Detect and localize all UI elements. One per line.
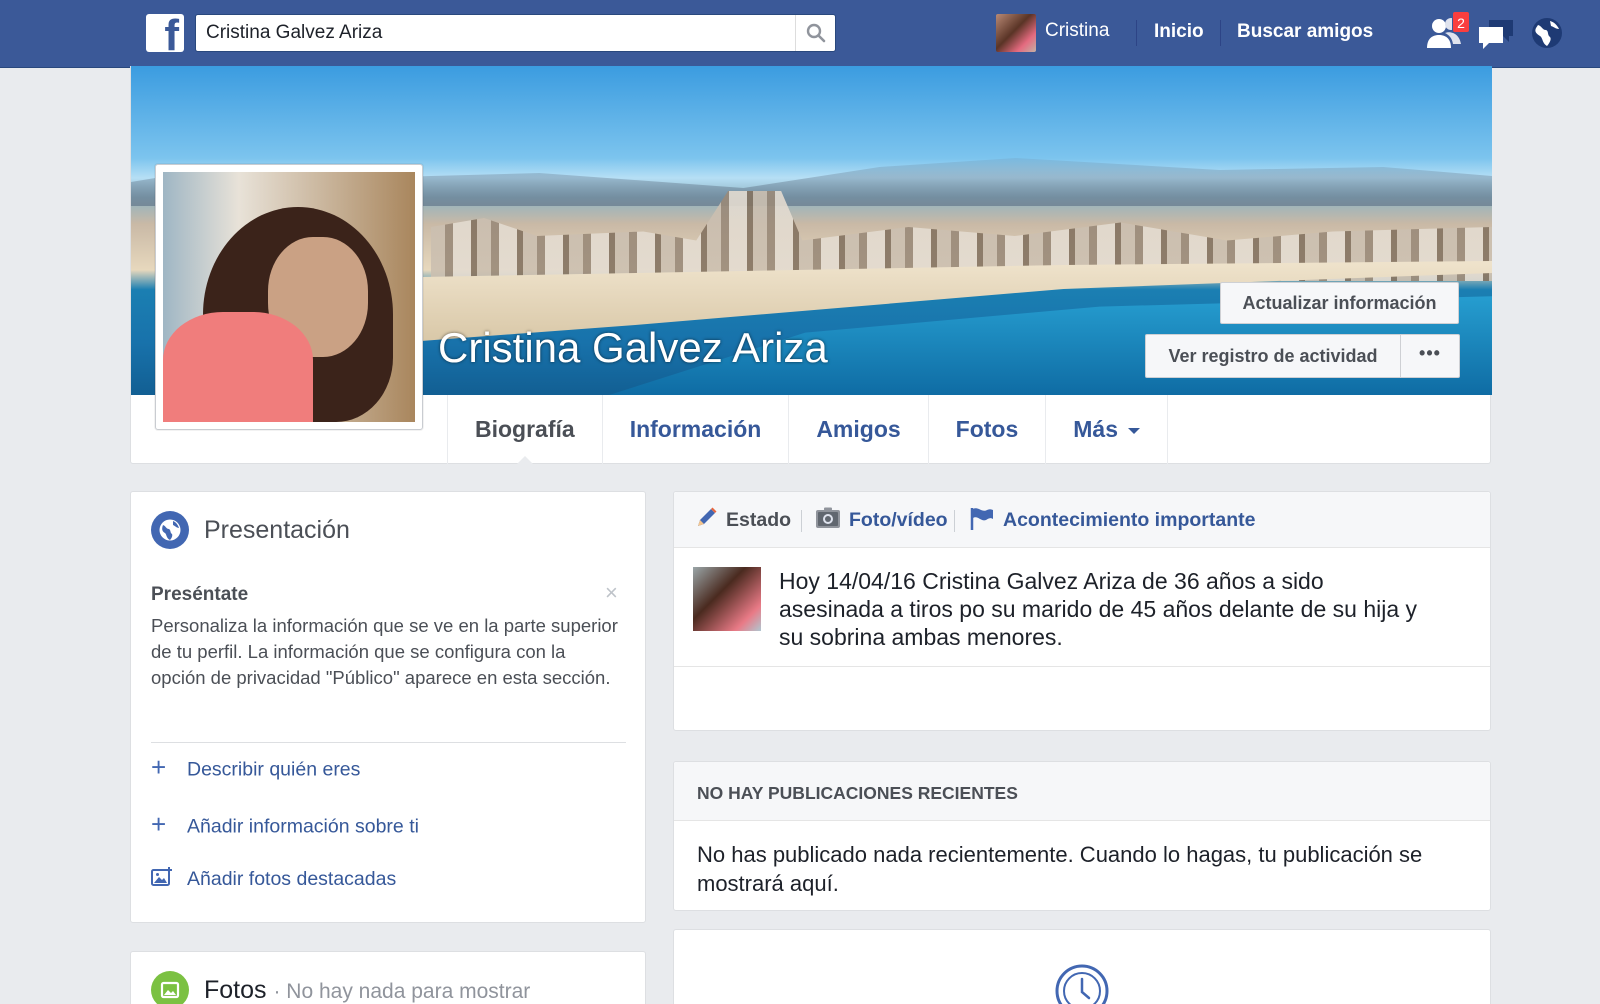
facebook-logo-icon[interactable]: f [146, 14, 184, 52]
post-composer: Estado Foto/vídeo Acontecimiento importa… [673, 491, 1491, 731]
describe-yourself-link[interactable]: + Describir quién eres [151, 752, 361, 786]
profile-header: Cristina Galvez Ariza Actualizar informa… [130, 66, 1492, 465]
divider [1136, 20, 1137, 46]
user-avatar[interactable] [996, 14, 1036, 52]
search-button[interactable] [795, 15, 835, 51]
add-info-label: Añadir información sobre ti [187, 815, 419, 838]
composer-post-text[interactable]: Hoy 14/04/16 Cristina Galvez Ariza de 36… [779, 567, 1429, 651]
tab-amigos[interactable]: Amigos [789, 395, 929, 464]
flag-icon [970, 508, 993, 530]
globe-icon [151, 511, 189, 549]
more-options-button[interactable]: ••• [1400, 334, 1460, 378]
describe-yourself-label: Describir quién eres [187, 758, 361, 781]
notifications-globe-icon[interactable] [1530, 16, 1564, 55]
composer-avatar [693, 567, 761, 631]
add-info-link[interactable]: + Añadir información sobre ti [151, 809, 419, 843]
profile-photo [163, 172, 415, 422]
composer-tabs: Estado Foto/vídeo Acontecimiento importa… [674, 492, 1490, 548]
add-featured-photos-link[interactable]: Añadir fotos destacadas [151, 866, 397, 891]
chevron-down-icon [1128, 427, 1141, 440]
search-box [195, 14, 836, 52]
intro-title: Presentación [204, 516, 350, 544]
profile-picture[interactable] [155, 164, 423, 430]
photos-title-label: Fotos [204, 976, 267, 1004]
timeline-card [673, 929, 1491, 1004]
divider [151, 742, 626, 743]
tab-informacion[interactable]: Información [603, 395, 790, 464]
profile-tabs: Biografía Información Amigos Fotos Más [447, 395, 1169, 465]
intro-subtitle: Preséntate [151, 584, 249, 605]
search-input[interactable] [206, 15, 786, 51]
clock-icon [1055, 964, 1109, 1004]
close-icon[interactable]: × [605, 580, 618, 606]
add-featured-photos-label: Añadir fotos destacadas [187, 868, 397, 890]
find-friends-link[interactable]: Buscar amigos [1237, 21, 1373, 43]
divider [801, 510, 802, 532]
tab-mas[interactable]: Más [1046, 395, 1169, 464]
photos-title[interactable]: Fotos · No hay nada para mostrar [204, 976, 530, 1004]
intro-description: Personaliza la información que se ve en … [151, 615, 618, 688]
divider [954, 510, 955, 532]
messages-icon[interactable] [1477, 18, 1515, 55]
search-icon [806, 23, 826, 43]
intro-card: Presentación Preséntate × Personaliza la… [130, 491, 646, 923]
photos-card: Fotos · No hay nada para mostrar [130, 951, 646, 1004]
camera-icon [816, 507, 840, 528]
composer-tab-life-event-label: Acontecimiento importante [1003, 509, 1256, 532]
plus-icon: + [151, 809, 167, 839]
composer-tab-status-label: Estado [726, 509, 792, 532]
composer-tab-life-event[interactable]: Acontecimiento importante [969, 508, 1256, 533]
recent-posts-title: NO HAY PUBLICACIONES RECIENTES [697, 783, 1018, 803]
recent-posts-message: No has publicado nada recientemente. Cua… [697, 842, 1423, 896]
recent-posts-header: NO HAY PUBLICACIONES RECIENTES [674, 762, 1490, 821]
user-profile-link[interactable]: Cristina [1045, 20, 1109, 42]
divider [674, 666, 1490, 667]
divider [1220, 20, 1221, 46]
photos-icon [151, 971, 189, 1004]
plus-icon: + [151, 752, 167, 782]
profile-name[interactable]: Cristina Galvez Ariza [438, 324, 828, 372]
top-navigation-bar: f Cristina Inicio Buscar amigos 2 [0, 0, 1600, 68]
tab-biografia[interactable]: Biografía [448, 395, 603, 465]
composer-tab-photo-video[interactable]: Foto/vídeo [815, 507, 948, 532]
tab-mas-label: Más [1073, 416, 1119, 442]
activity-log-button[interactable]: Ver registro de actividad [1145, 334, 1401, 378]
home-link[interactable]: Inicio [1154, 21, 1204, 43]
photos-empty-text: · No hay nada para mostrar [273, 980, 531, 1003]
composer-tab-photo-video-label: Foto/vídeo [849, 509, 948, 531]
update-info-button[interactable]: Actualizar información [1220, 282, 1459, 324]
recent-posts-card: NO HAY PUBLICACIONES RECIENTES No has pu… [673, 761, 1491, 911]
tab-fotos[interactable]: Fotos [929, 395, 1047, 464]
pencil-icon [698, 507, 717, 526]
friend-requests-badge: 2 [1452, 11, 1470, 33]
add-photo-icon [151, 866, 172, 886]
composer-tab-status[interactable]: Estado [694, 507, 792, 533]
